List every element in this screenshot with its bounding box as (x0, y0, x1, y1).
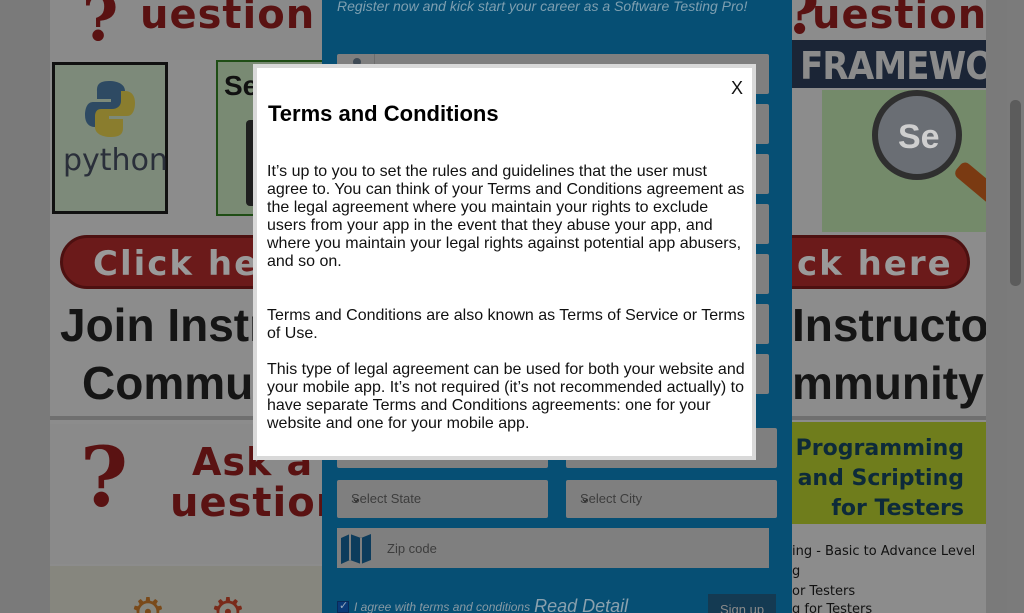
programming-title: Programming and Scripting for Testers (795, 436, 964, 521)
course-list-item[interactable]: g (792, 564, 800, 579)
page-scrollbar[interactable] (1007, 0, 1024, 613)
ask-question-text: uestion (140, 0, 316, 38)
click-here-label: ck here (797, 244, 953, 284)
terms-modal: X Terms and Conditions It’s up to you to… (253, 64, 756, 460)
question-mark-icon: ? (80, 430, 129, 526)
instructor-line2: mmunity (792, 357, 984, 409)
scrollbar-thumb[interactable] (1010, 100, 1021, 286)
terms-agree-row: I agree with terms and conditionsRead De… (337, 596, 628, 613)
chevron-down-icon: ⌄ (351, 491, 362, 505)
sign-up-button[interactable]: Sign up (708, 594, 776, 613)
gear-graphic: ⚙ ⚙ (50, 566, 322, 613)
chevron-down-icon: ⌄ (580, 491, 591, 505)
terms-paragraph-2: Terms and Conditions are also known as T… (267, 307, 745, 342)
map-icon (341, 534, 371, 564)
ask-question-banner-top[interactable]: ? uestion (50, 0, 322, 60)
city-select[interactable]: Select City ⌄ (566, 480, 777, 518)
modal-body: It’s up to you to set the rules and guid… (267, 163, 745, 433)
magnifier-handle (952, 160, 986, 210)
state-select[interactable]: Select State ⌄ (337, 480, 548, 518)
divider (792, 416, 986, 420)
framework-banner[interactable]: FRAMEWORK (792, 40, 986, 88)
selenium-graphic: Se (822, 90, 986, 232)
gear-icon: ⚙ (210, 591, 246, 613)
framework-label: FRAMEWORK (800, 44, 986, 88)
gear-icon: ⚙ (130, 591, 166, 613)
question-label: uestion (170, 480, 322, 526)
right-ad-column: ? uestion FRAMEWORK Se ck here Instructo… (792, 0, 986, 613)
form-headline: Register now and kick start your career … (337, 0, 748, 14)
click-here-label: Click he (93, 244, 260, 284)
course-list-item[interactable]: or Testers (792, 584, 855, 599)
python-label: python (63, 143, 168, 178)
close-icon[interactable]: X (731, 78, 743, 99)
question-text: uestion (812, 0, 986, 38)
terms-paragraph-3: This type of legal agreement can be used… (267, 361, 745, 432)
zip-code-placeholder: Zip code (387, 541, 437, 556)
terms-paragraph-1: It’s up to you to set the rules and guid… (267, 163, 745, 270)
python-logo-icon (85, 81, 135, 137)
python-course-tile[interactable]: python (52, 62, 168, 214)
course-list-item[interactable]: g for Testers (792, 602, 872, 613)
selenium-logo-icon: Se (898, 118, 940, 156)
read-detail-link[interactable]: Read Detail (534, 596, 628, 613)
agree-label: I agree with terms and conditions (354, 599, 531, 613)
click-here-banner-right[interactable]: ck here (792, 235, 970, 289)
checkbox-icon[interactable] (337, 599, 349, 613)
instructor-line1: Instructor (792, 299, 986, 351)
question-mark-icon: ? (82, 0, 119, 55)
join-instructor-line2: Commun (82, 357, 282, 409)
zip-code-field[interactable]: Zip code (337, 528, 769, 568)
programming-banner[interactable]: Programming and Scripting for Testers (792, 422, 986, 524)
modal-title: Terms and Conditions (268, 101, 499, 126)
course-list-item[interactable]: ing - Basic to Advance Level (792, 544, 975, 559)
magnifier-icon: Se (872, 90, 962, 180)
